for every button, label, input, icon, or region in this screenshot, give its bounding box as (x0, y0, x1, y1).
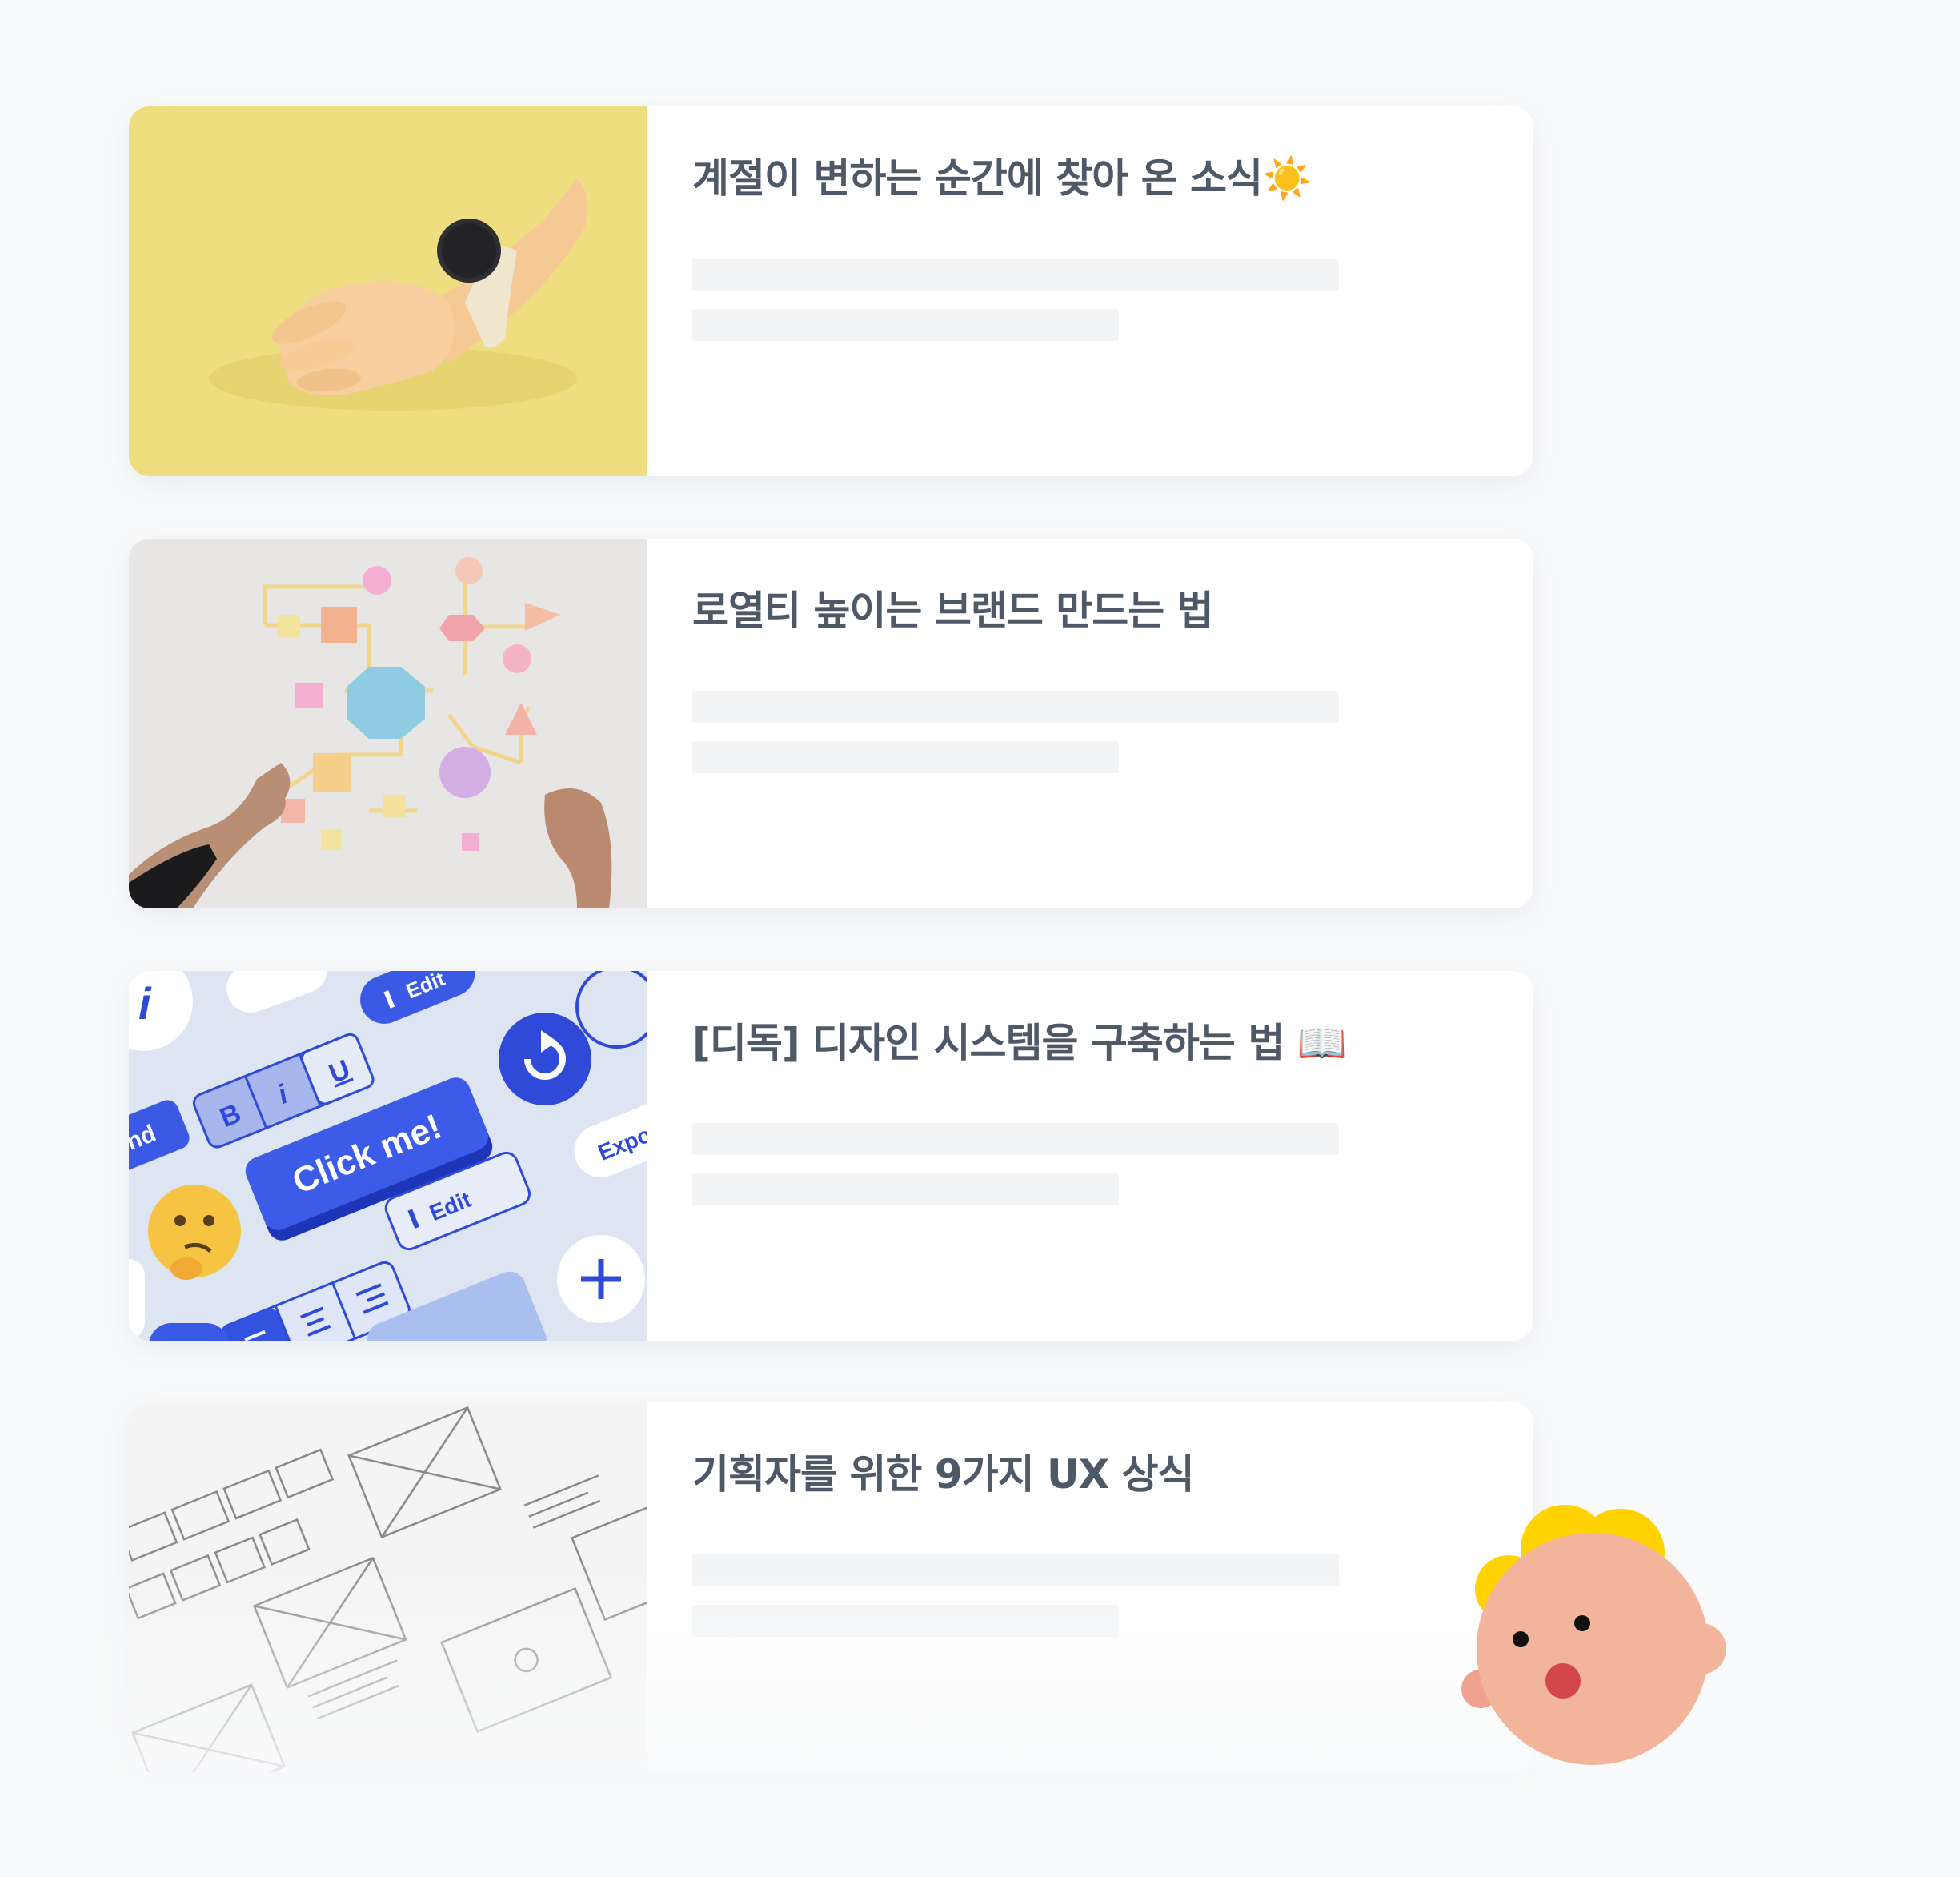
article-thumbnail-flowchart (129, 539, 647, 908)
article-text: 기획자를 위한 9가지 UX 상식 (692, 1449, 1509, 1500)
article-title: 로열티 높이는 브랜드 만드는 법 (692, 588, 1214, 634)
summary-placeholder-line (692, 1173, 1119, 1205)
article-card[interactable]: 계절이 변하는 순간에 찾아 온 소식☀️ (129, 106, 1533, 476)
article-text: 계절이 변하는 순간에 찾아 온 소식☀️ (692, 153, 1509, 204)
summary-placeholder-line (692, 1123, 1339, 1155)
article-thumbnail-watch (129, 106, 647, 476)
summary-placeholder-line (692, 259, 1339, 291)
article-card[interactable]: i Edit B i U nd Click me! Expo Edit [디독]… (129, 971, 1533, 1341)
summary-placeholder-line (692, 1554, 1339, 1586)
sun-icon: ☀️ (1262, 155, 1312, 202)
article-thumbnail-ui-components: i Edit B i U nd Click me! Expo Edit (129, 971, 647, 1341)
article-title: 기획자를 위한 9가지 UX 상식 (692, 1451, 1195, 1498)
info-label: i (138, 978, 152, 1029)
article-card[interactable]: 기획자를 위한 9가지 UX 상식 (129, 1402, 1533, 1772)
book-icon: 📖 (1297, 1020, 1347, 1066)
mascot-character (1461, 1493, 1733, 1781)
article-thumbnail-wireframe (129, 1402, 647, 1772)
summary-placeholder-line (692, 1605, 1119, 1637)
article-title: [디독] 디자인 시스템을 구축하는 법 📖 (692, 1020, 1347, 1066)
article-title: 계절이 변하는 순간에 찾아 온 소식☀️ (692, 155, 1312, 202)
article-text: 로열티 높이는 브랜드 만드는 법 (692, 585, 1509, 636)
article-card[interactable]: 로열티 높이는 브랜드 만드는 법 (129, 539, 1533, 908)
summary-placeholder-line (692, 691, 1339, 723)
summary-placeholder-line (692, 741, 1119, 773)
summary-placeholder-line (692, 309, 1119, 341)
article-text: [디독] 디자인 시스템을 구축하는 법 📖 (692, 1017, 1509, 1069)
